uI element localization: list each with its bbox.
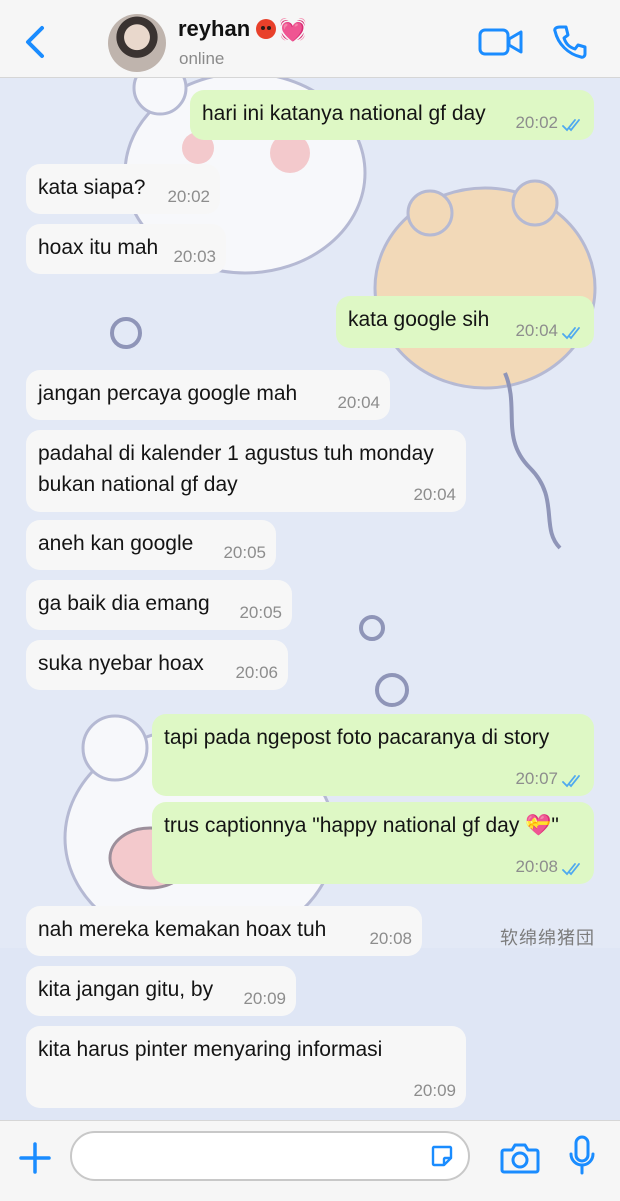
- message-time: 20:02: [167, 187, 210, 206]
- message-text: padahal di kalender 1 agustus tuh monday…: [38, 442, 434, 496]
- message-text: kita harus pinter menyaring informasi: [38, 1038, 383, 1061]
- incoming-message-bubble[interactable]: kata siapa? 20:02: [26, 164, 220, 214]
- incoming-message-bubble[interactable]: nah mereka kemakan hoax tuh 20:08: [26, 906, 422, 956]
- phone-call-icon[interactable]: [552, 24, 588, 60]
- message-time: 20:05: [239, 603, 282, 622]
- back-chevron-icon[interactable]: [20, 24, 52, 60]
- outgoing-message-bubble[interactable]: tapi pada ngepost foto pacaranya di stor…: [152, 714, 594, 796]
- read-receipt-ticks-icon: [562, 119, 580, 132]
- message-input[interactable]: [70, 1131, 470, 1181]
- message-time: 20:09: [413, 1081, 456, 1100]
- message-text: tapi pada ngepost foto pacaranya di stor…: [164, 726, 550, 749]
- message-text: ga baik dia emang: [38, 592, 210, 615]
- incoming-message-bubble[interactable]: ga baik dia emang 20:05: [26, 580, 292, 630]
- message-time: 20:06: [235, 663, 278, 682]
- incoming-message-bubble[interactable]: aneh kan google 20:05: [26, 520, 276, 570]
- message-text: hoax itu mah: [38, 236, 159, 259]
- message-time: 20:08: [369, 929, 412, 948]
- chat-header: reyhan 💓 online: [0, 0, 620, 78]
- incoming-message-bubble[interactable]: padahal di kalender 1 agustus tuh monday…: [26, 430, 466, 512]
- message-text: kita jangan gitu, by: [38, 978, 214, 1001]
- incoming-message-bubble[interactable]: suka nyebar hoax 20:06: [26, 640, 288, 690]
- video-call-icon[interactable]: [478, 26, 524, 58]
- message-text: jangan percaya google mah: [38, 382, 298, 405]
- sticker-icon[interactable]: [430, 1144, 454, 1168]
- watermark: 软绵绵猪団: [500, 928, 595, 948]
- incoming-message-bubble[interactable]: kita jangan gitu, by 20:09: [26, 966, 296, 1016]
- incoming-message-bubble[interactable]: kita harus pinter menyaring informasi 20:…: [26, 1026, 466, 1108]
- message-time: 20:09: [243, 989, 286, 1008]
- incoming-message-bubble[interactable]: hoax itu mah 20:03: [26, 224, 226, 274]
- message-time: 20:04: [337, 393, 380, 412]
- message-text: kata siapa?: [38, 176, 146, 199]
- message-text: nah mereka kemakan hoax tuh: [38, 918, 327, 941]
- angry-face-emoji: [256, 19, 277, 39]
- message-time: 20:02: [515, 113, 558, 132]
- contact-name: reyhan: [178, 16, 251, 41]
- contact-name-row[interactable]: reyhan 💓: [178, 16, 307, 43]
- incoming-message-bubble[interactable]: jangan percaya google mah 20:04: [26, 370, 390, 420]
- message-time: 20:07: [515, 769, 558, 788]
- message-time: 20:03: [173, 247, 216, 266]
- message-text: aneh kan google: [38, 532, 194, 555]
- outgoing-message-bubble[interactable]: trus captionnya "happy national gf day 💝…: [152, 802, 594, 884]
- message-text: hari ini katanya national gf day: [202, 102, 486, 125]
- camera-icon[interactable]: [500, 1141, 540, 1175]
- outgoing-message-bubble[interactable]: kata google sih 20:04: [336, 296, 594, 348]
- message-time: 20:04: [413, 485, 456, 504]
- message-composer: [0, 1120, 620, 1201]
- contact-status: online: [179, 49, 225, 68]
- message-time: 20:08: [515, 857, 558, 876]
- read-receipt-ticks-icon: [562, 775, 580, 788]
- message-time: 20:04: [515, 321, 558, 340]
- contact-avatar[interactable]: [108, 14, 166, 72]
- message-text: kata google sih: [348, 308, 490, 331]
- plus-icon[interactable]: [18, 1141, 52, 1175]
- microphone-icon[interactable]: [568, 1135, 596, 1179]
- message-text: suka nyebar hoax: [38, 652, 204, 675]
- message-text: trus captionnya "happy national gf day 💝…: [164, 814, 559, 837]
- read-receipt-ticks-icon: [562, 863, 580, 876]
- message-time: 20:05: [223, 543, 266, 562]
- sparkling-heart-emoji: 💓: [279, 17, 307, 42]
- outgoing-message-bubble[interactable]: hari ini katanya national gf day 20:02: [190, 90, 594, 140]
- read-receipt-ticks-icon: [562, 327, 580, 340]
